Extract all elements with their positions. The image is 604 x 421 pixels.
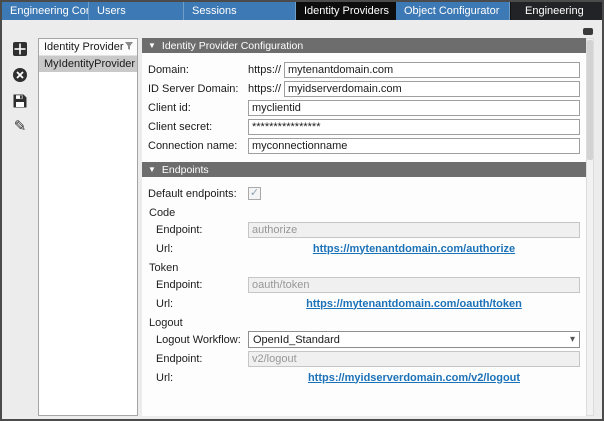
field-label: Url: xyxy=(156,243,248,255)
form-row-id-server-domain: ID Server Domain: https:// xyxy=(148,80,580,97)
section-title: Identity Provider Configuration xyxy=(162,40,303,52)
field-label: Client secret: xyxy=(148,121,248,133)
group-label-token: Token xyxy=(149,262,589,274)
field-label: Url: xyxy=(156,298,248,310)
configuration-panel: ▼ Identity Provider Configuration Domain… xyxy=(142,38,589,416)
list-item-my-identity-provider[interactable]: MyIdentityProvider xyxy=(39,56,137,72)
code-endpoint-input[interactable] xyxy=(248,222,580,238)
grid-icon[interactable] xyxy=(12,40,29,57)
form-row-client-id: Client id: xyxy=(148,99,580,116)
field-label: Client id: xyxy=(148,102,248,114)
top-tab-bar: Engineering Console Users Sessions Ident… xyxy=(2,2,602,20)
edit-icon[interactable]: ✎ xyxy=(12,118,29,135)
url-cell: https://myidserverdomain.com/v2/logout xyxy=(248,372,580,384)
left-toolbar: ✎ xyxy=(8,40,32,135)
splitter-handle[interactable] xyxy=(583,28,593,35)
form-row-code-url: Url: https://mytenantdomain.com/authoriz… xyxy=(156,240,580,257)
form-row-connection-name: Connection name: xyxy=(148,137,580,154)
url-cell: https://mytenantdomain.com/oauth/token xyxy=(248,298,580,310)
application-window: Engineering Console Users Sessions Ident… xyxy=(0,0,604,421)
selected-option: OpenId_Standard xyxy=(253,334,570,346)
form-row-default-endpoints: Default endpoints: ✓ xyxy=(148,185,580,202)
code-url-link[interactable]: https://mytenantdomain.com/authorize xyxy=(313,243,515,255)
id-server-domain-input[interactable] xyxy=(284,81,580,97)
form-row-code-endpoint: Endpoint: xyxy=(156,221,580,238)
logout-workflow-select[interactable]: OpenId_Standard ▾ xyxy=(248,331,580,348)
field-label: ID Server Domain: xyxy=(148,83,248,95)
delete-icon[interactable] xyxy=(12,66,29,83)
tab-engineering-console[interactable]: Engineering Console xyxy=(2,2,89,20)
protocol-prefix: https:// xyxy=(248,64,284,76)
default-endpoints-checkbox[interactable]: ✓ xyxy=(248,187,261,200)
logout-url-link[interactable]: https://myidserverdomain.com/v2/logout xyxy=(308,372,520,384)
section-title: Endpoints xyxy=(162,164,209,176)
connection-name-input[interactable] xyxy=(248,138,580,154)
group-label-logout: Logout xyxy=(149,317,589,329)
field-label: Endpoint: xyxy=(156,353,248,365)
identity-provider-list-panel: Identity Provider Conf MyIdentityProvide… xyxy=(38,38,138,416)
tab-sessions[interactable]: Sessions xyxy=(184,2,296,20)
domain-input[interactable] xyxy=(284,62,580,78)
section-header-endpoints[interactable]: ▼ Endpoints xyxy=(142,162,589,177)
logout-endpoint-input[interactable] xyxy=(248,351,580,367)
token-endpoint-input[interactable] xyxy=(248,277,580,293)
form-row-token-url: Url: https://mytenantdomain.com/oauth/to… xyxy=(156,295,580,312)
token-url-link[interactable]: https://mytenantdomain.com/oauth/token xyxy=(306,298,522,310)
form-row-token-endpoint: Endpoint: xyxy=(156,276,580,293)
form-row-logout-endpoint: Endpoint: xyxy=(156,350,580,367)
tab-identity-providers[interactable]: Identity Providers xyxy=(296,2,396,20)
group-label-code: Code xyxy=(149,207,589,219)
field-label: Endpoint: xyxy=(156,224,248,236)
scrollbar-thumb[interactable] xyxy=(587,40,593,160)
checkmark-icon: ✓ xyxy=(250,188,259,199)
tab-users[interactable]: Users xyxy=(89,2,184,20)
field-label: Connection name: xyxy=(148,140,248,152)
field-label: Endpoint: xyxy=(156,279,248,291)
tab-object-configurator[interactable]: Object Configurator xyxy=(396,2,510,20)
field-label: Default endpoints: xyxy=(148,188,248,200)
save-icon[interactable] xyxy=(12,92,29,109)
protocol-prefix: https:// xyxy=(248,83,284,95)
sidebar-header-label: Identity Provider Conf xyxy=(44,41,124,53)
field-label: Domain: xyxy=(148,64,248,76)
section-header-configuration[interactable]: ▼ Identity Provider Configuration xyxy=(142,38,589,53)
field-label: Url: xyxy=(156,372,248,384)
field-label: Logout Workflow: xyxy=(156,334,248,346)
client-secret-input[interactable] xyxy=(248,119,580,135)
filter-icon[interactable] xyxy=(124,41,134,54)
url-cell: https://mytenantdomain.com/authorize xyxy=(248,243,580,255)
tab-engineering-mode[interactable]: Engineering xyxy=(510,2,602,20)
collapse-icon: ▼ xyxy=(148,42,156,50)
form-row-domain: Domain: https:// xyxy=(148,61,580,78)
vertical-scrollbar[interactable] xyxy=(586,38,594,416)
form-row-logout-url: Url: https://myidserverdomain.com/v2/log… xyxy=(156,369,580,386)
chevron-down-icon: ▾ xyxy=(570,334,575,345)
pencil-glyph: ✎ xyxy=(14,119,27,134)
form-row-logout-workflow: Logout Workflow: OpenId_Standard ▾ xyxy=(156,331,580,348)
form-row-client-secret: Client secret: xyxy=(148,118,580,135)
sidebar-header: Identity Provider Conf xyxy=(39,39,137,56)
collapse-icon: ▼ xyxy=(148,166,156,174)
client-id-input[interactable] xyxy=(248,100,580,116)
